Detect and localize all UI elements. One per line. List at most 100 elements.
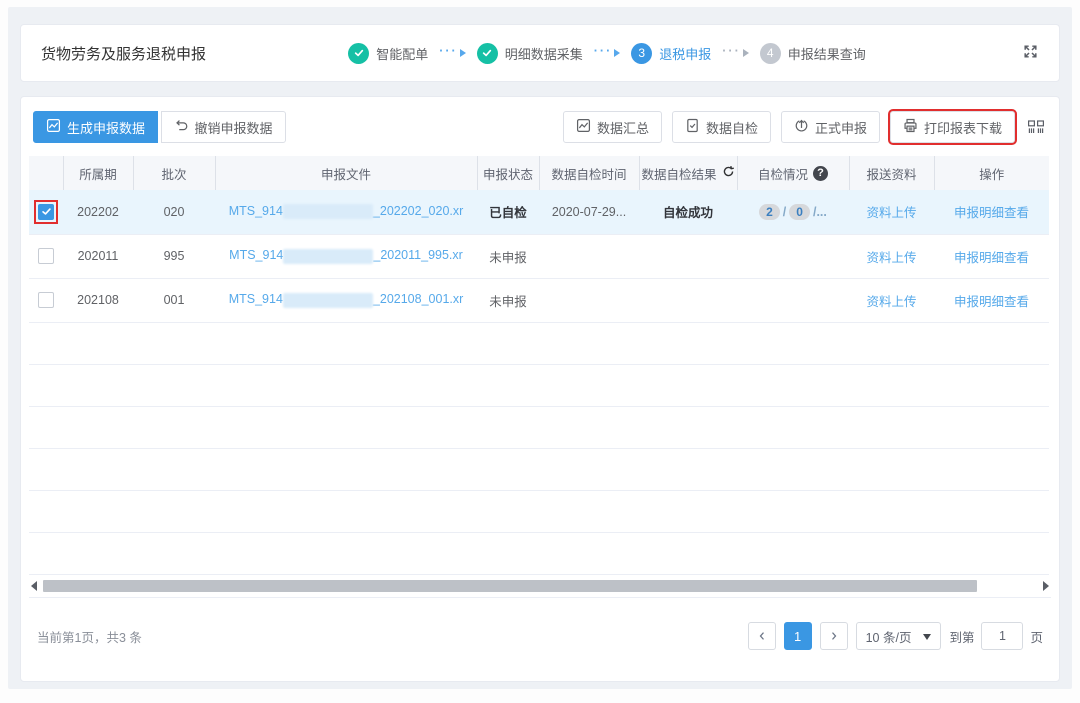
check-result-cell [639,234,737,278]
row-checkbox[interactable] [38,204,54,220]
data-summary-button[interactable]: 数据汇总 [563,111,662,143]
columns-icon[interactable] [1025,119,1047,135]
button-label: 生成申报数据 [67,118,145,137]
step-tax-refund-declare: 3 退税申报 [631,43,711,64]
empty-row [29,532,1049,574]
action-cell: 申报明细查看 [934,190,1049,234]
table-row: 202202 020 MTS_914_202202_020.xr 已自检 202… [29,190,1049,234]
checkbox-cell [29,278,63,322]
check-icon [477,43,498,64]
printer-icon [903,118,918,136]
upload-cell: 资料上传 [849,278,934,322]
goto-page: 到第 页 [949,622,1043,650]
declaration-table: 所属期 批次 申报文件 申报状态 数据自检时间 数据自检结果 自检情况? 报送资… [29,156,1049,575]
page-title: 货物劳务及服务退税申报 [41,43,206,64]
goto-label: 到第 [949,627,974,646]
toolbar-right: 数据汇总 数据自检 正式申报 打印报表下载 [563,111,1047,143]
col-check-detail: 自检情况? [737,156,849,190]
next-page-button[interactable] [820,622,848,650]
app-background: 货物劳务及服务退税申报 智能配单 ··· 明细数据采集 ··· 3 退税申报 ·… [8,7,1072,689]
goto-unit-label: 页 [1030,627,1043,646]
declaration-table-area: 所属期 批次 申报文件 申报状态 数据自检时间 数据自检结果 自检情况? 报送资… [29,156,1051,598]
button-label: 数据汇总 [597,118,649,137]
col-file: 申报文件 [215,156,477,190]
row-checkbox[interactable] [38,292,54,308]
generate-button-group: 生成申报数据 撤销申报数据 [33,111,286,143]
column-label: 数据自检结果 [641,164,716,183]
redacted-text [283,249,373,264]
step-number-badge: 3 [631,43,652,64]
row-checkbox[interactable] [38,248,54,264]
table-header-row: 所属期 批次 申报文件 申报状态 数据自检时间 数据自检结果 自检情况? 报送资… [29,156,1049,190]
chart-icon [46,118,61,136]
file-link[interactable]: MTS_914_202202_020.xr [229,204,464,218]
count-badge: 2 [759,204,780,220]
check-detail-cell [737,234,849,278]
self-check-detail: 2 / 0 /... [759,204,827,220]
page-size-select[interactable]: 10 条/页 [856,622,942,650]
step-result-query: 4 申报结果查询 [760,43,866,64]
period-cell: 202108 [63,278,133,322]
checkbox-highlight [34,200,58,224]
col-upload: 报送资料 [849,156,934,190]
step-label: 退税申报 [659,44,711,63]
view-detail-link[interactable]: 申报明细查看 [954,251,1029,265]
upload-link[interactable]: 资料上传 [866,206,916,220]
fullscreen-icon[interactable] [1022,43,1039,63]
page-header: 货物劳务及服务退税申报 智能配单 ··· 明细数据采集 ··· 3 退税申报 ·… [20,24,1060,82]
col-check-time: 数据自检时间 [539,156,639,190]
checkbox-cell [29,234,63,278]
check-detail-cell [737,278,849,322]
undo-icon [174,118,189,136]
scrollbar-track[interactable] [43,580,1037,592]
checkbox-highlight [34,288,58,312]
goto-page-input[interactable] [981,622,1023,650]
upload-icon [794,118,809,136]
scroll-left-icon[interactable] [31,581,37,591]
page-summary: 当前第1页，共3 条 [37,627,142,646]
status-cell: 已自检 [477,190,539,234]
check-result-cell: 自检成功 [639,190,737,234]
redacted-text [283,204,373,219]
declaration-panel: 生成申报数据 撤销申报数据 数据汇总 数据自检 正式申报 [20,96,1060,682]
prev-page-button[interactable] [748,622,776,650]
table-row: 202011 995 MTS_914_202011_995.xr 未申报 资料上… [29,234,1049,278]
view-detail-link[interactable]: 申报明细查看 [954,295,1029,309]
file-link[interactable]: MTS_914_202011_995.xr [229,248,463,262]
step-number-badge: 4 [760,43,781,64]
check-result-cell [639,278,737,322]
upload-link[interactable]: 资料上传 [866,251,916,265]
pagination: 1 10 条/页 到第 页 [748,622,1043,650]
col-actions: 操作 [934,156,1049,190]
upload-cell: 资料上传 [849,234,934,278]
col-batch: 批次 [133,156,215,190]
page-number-button[interactable]: 1 [784,622,812,650]
horizontal-scrollbar[interactable] [29,578,1051,595]
refresh-icon[interactable] [722,165,735,181]
view-detail-link[interactable]: 申报明细查看 [954,206,1029,220]
step-indicator: 智能配单 ··· 明细数据采集 ··· 3 退税申报 ··· 4 申报结果查询 [206,43,1008,64]
upload-link[interactable]: 资料上传 [866,295,916,309]
status-cell: 未申报 [477,278,539,322]
col-period: 所属期 [63,156,133,190]
formal-declaration-button[interactable]: 正式申报 [781,111,880,143]
period-cell: 202202 [63,190,133,234]
check-time-cell: 2020-07-29... [539,190,639,234]
col-status: 申报状态 [477,156,539,190]
generate-declaration-data-button[interactable]: 生成申报数据 [33,111,158,143]
cancel-declaration-data-button[interactable]: 撤销申报数据 [161,111,286,143]
print-report-download-button[interactable]: 打印报表下载 [890,111,1015,143]
file-link[interactable]: MTS_914_202108_001.xr [229,292,464,306]
scrollbar-thumb[interactable] [43,580,977,592]
scroll-right-icon[interactable] [1043,581,1049,591]
step-detail-collection: 明细数据采集 [477,43,583,64]
button-label: 正式申报 [815,118,867,137]
page-size-value: 10 条/页 [866,627,912,646]
file-cell: MTS_914_202202_020.xr [215,190,477,234]
data-self-check-button[interactable]: 数据自检 [672,111,771,143]
step-arrow-icon: ··· [439,47,466,60]
step-label: 智能配单 [376,44,428,63]
redacted-text [283,293,373,308]
empty-row [29,322,1049,364]
help-icon[interactable]: ? [813,166,828,181]
